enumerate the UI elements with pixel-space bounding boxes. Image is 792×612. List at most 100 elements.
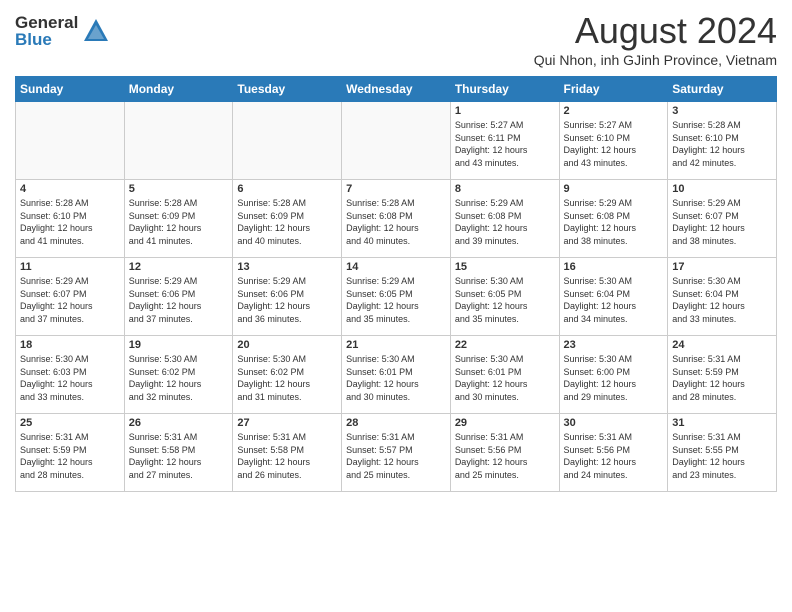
day-info: Sunrise: 5:29 AMSunset: 6:07 PMDaylight:… <box>20 275 120 325</box>
day-number: 17 <box>672 261 772 273</box>
day-info: Sunrise: 5:30 AMSunset: 6:01 PMDaylight:… <box>455 353 555 403</box>
day-number: 2 <box>564 105 664 117</box>
calendar-cell: 8Sunrise: 5:29 AMSunset: 6:08 PMDaylight… <box>450 180 559 258</box>
day-number: 22 <box>455 339 555 351</box>
day-number: 9 <box>564 183 664 195</box>
calendar-cell: 31Sunrise: 5:31 AMSunset: 5:55 PMDayligh… <box>668 414 777 492</box>
logo-icon <box>82 17 110 45</box>
calendar-cell <box>342 102 451 180</box>
weekday-header-friday: Friday <box>559 77 668 102</box>
weekday-header-row: SundayMondayTuesdayWednesdayThursdayFrid… <box>16 77 777 102</box>
day-info: Sunrise: 5:29 AMSunset: 6:06 PMDaylight:… <box>237 275 337 325</box>
calendar-cell: 18 Sunrise: 5:30 AMSunset: 6:03 PMDayligh… <box>16 336 125 414</box>
day-number: 19 <box>129 339 229 351</box>
day-info: Sunrise: 5:27 AMSunset: 6:11 PMDaylight:… <box>455 119 555 169</box>
day-info: Sunrise: 5:31 AMSunset: 5:57 PMDaylight:… <box>346 431 446 481</box>
day-info: Sunrise: 5:28 AMSunset: 6:09 PMDaylight:… <box>237 197 337 247</box>
calendar-cell: 13 Sunrise: 5:29 AMSunset: 6:06 PMDayligh… <box>233 258 342 336</box>
day-info: Sunrise: 5:30 AMSunset: 6:00 PMDaylight:… <box>564 353 664 403</box>
calendar-week-row: 25Sunrise: 5:31 AMSunset: 5:59 PMDayligh… <box>16 414 777 492</box>
calendar-cell: 26 Sunrise: 5:31 AMSunset: 5:58 PMDayligh… <box>124 414 233 492</box>
calendar-cell: 2Sunrise: 5:27 AMSunset: 6:10 PMDaylight… <box>559 102 668 180</box>
calendar-cell <box>16 102 125 180</box>
day-info: Sunrise: 5:29 AMSunset: 6:08 PMDaylight:… <box>455 197 555 247</box>
weekday-header-sunday: Sunday <box>16 77 125 102</box>
day-number: 27 <box>237 417 337 429</box>
day-info: Sunrise: 5:31 AMSunset: 5:59 PMDaylight:… <box>672 353 772 403</box>
calendar-cell: 9 Sunrise: 5:29 AMSunset: 6:08 PMDaylight… <box>559 180 668 258</box>
day-info: Sunrise: 5:30 AMSunset: 6:02 PMDaylight:… <box>129 353 229 403</box>
day-number: 13 <box>237 261 337 273</box>
day-number: 18 <box>20 339 120 351</box>
day-info: Sunrise: 5:29 AMSunset: 6:08 PMDaylight:… <box>564 197 664 247</box>
calendar-cell: 28 Sunrise: 5:31 AMSunset: 5:57 PMDayligh… <box>342 414 451 492</box>
calendar-cell: 3 Sunrise: 5:28 AMSunset: 6:10 PMDaylight… <box>668 102 777 180</box>
calendar-cell: 29 Sunrise: 5:31 AMSunset: 5:56 PMDayligh… <box>450 414 559 492</box>
calendar-cell: 30 Sunrise: 5:31 AMSunset: 5:56 PMDayligh… <box>559 414 668 492</box>
calendar-cell: 14 Sunrise: 5:29 AMSunset: 6:05 PMDayligh… <box>342 258 451 336</box>
day-info: Sunrise: 5:28 AMSunset: 6:10 PMDaylight:… <box>20 197 120 247</box>
calendar-cell: 7Sunrise: 5:28 AMSunset: 6:08 PMDaylight… <box>342 180 451 258</box>
calendar-cell <box>124 102 233 180</box>
calendar-cell: 11Sunrise: 5:29 AMSunset: 6:07 PMDayligh… <box>16 258 125 336</box>
logo-blue-text: Blue <box>15 31 78 48</box>
logo: General Blue <box>15 14 110 48</box>
day-number: 16 <box>564 261 664 273</box>
day-info: Sunrise: 5:30 AMSunset: 6:04 PMDaylight:… <box>564 275 664 325</box>
location-subtitle: Qui Nhon, inh GJinh Province, Vietnam <box>534 52 777 68</box>
weekday-header-tuesday: Tuesday <box>233 77 342 102</box>
calendar-cell: 16 Sunrise: 5:30 AMSunset: 6:04 PMDayligh… <box>559 258 668 336</box>
day-number: 30 <box>564 417 664 429</box>
calendar-cell: 24Sunrise: 5:31 AMSunset: 5:59 PMDayligh… <box>668 336 777 414</box>
day-number: 14 <box>346 261 446 273</box>
calendar-cell <box>233 102 342 180</box>
day-info: Sunrise: 5:31 AMSunset: 5:58 PMDaylight:… <box>129 431 229 481</box>
weekday-header-wednesday: Wednesday <box>342 77 451 102</box>
day-number: 1 <box>455 105 555 117</box>
day-info: Sunrise: 5:29 AMSunset: 6:07 PMDaylight:… <box>672 197 772 247</box>
calendar-cell: 17 Sunrise: 5:30 AMSunset: 6:04 PMDayligh… <box>668 258 777 336</box>
weekday-header-thursday: Thursday <box>450 77 559 102</box>
day-number: 28 <box>346 417 446 429</box>
day-number: 23 <box>564 339 664 351</box>
day-number: 26 <box>129 417 229 429</box>
calendar-cell: 15Sunrise: 5:30 AMSunset: 6:05 PMDayligh… <box>450 258 559 336</box>
calendar-cell: 1 Sunrise: 5:27 AMSunset: 6:11 PMDaylight… <box>450 102 559 180</box>
day-info: Sunrise: 5:28 AMSunset: 6:10 PMDaylight:… <box>672 119 772 169</box>
calendar-week-row: 11Sunrise: 5:29 AMSunset: 6:07 PMDayligh… <box>16 258 777 336</box>
day-info: Sunrise: 5:31 AMSunset: 5:58 PMDaylight:… <box>237 431 337 481</box>
calendar-cell: 27 Sunrise: 5:31 AMSunset: 5:58 PMDayligh… <box>233 414 342 492</box>
day-info: Sunrise: 5:31 AMSunset: 5:56 PMDaylight:… <box>564 431 664 481</box>
day-number: 29 <box>455 417 555 429</box>
calendar-week-row: 1 Sunrise: 5:27 AMSunset: 6:11 PMDaylight… <box>16 102 777 180</box>
calendar-cell: 12Sunrise: 5:29 AMSunset: 6:06 PMDayligh… <box>124 258 233 336</box>
day-info: Sunrise: 5:29 AMSunset: 6:05 PMDaylight:… <box>346 275 446 325</box>
calendar-cell: 21 Sunrise: 5:30 AMSunset: 6:01 PMDayligh… <box>342 336 451 414</box>
day-info: Sunrise: 5:30 AMSunset: 6:05 PMDaylight:… <box>455 275 555 325</box>
calendar-cell: 6 Sunrise: 5:28 AMSunset: 6:09 PMDaylight… <box>233 180 342 258</box>
day-info: Sunrise: 5:28 AMSunset: 6:09 PMDaylight:… <box>129 197 229 247</box>
day-number: 10 <box>672 183 772 195</box>
title-block: August 2024 Qui Nhon, inh GJinh Province… <box>534 10 777 68</box>
weekday-header-saturday: Saturday <box>668 77 777 102</box>
month-year-title: August 2024 <box>534 10 777 52</box>
calendar-cell: 22 Sunrise: 5:30 AMSunset: 6:01 PMDayligh… <box>450 336 559 414</box>
day-number: 4 <box>20 183 120 195</box>
day-info: Sunrise: 5:28 AMSunset: 6:08 PMDaylight:… <box>346 197 446 247</box>
day-number: 6 <box>237 183 337 195</box>
day-info: Sunrise: 5:31 AMSunset: 5:56 PMDaylight:… <box>455 431 555 481</box>
day-info: Sunrise: 5:29 AMSunset: 6:06 PMDaylight:… <box>129 275 229 325</box>
calendar-cell: 23 Sunrise: 5:30 AMSunset: 6:00 PMDayligh… <box>559 336 668 414</box>
day-info: Sunrise: 5:30 AMSunset: 6:04 PMDaylight:… <box>672 275 772 325</box>
day-number: 21 <box>346 339 446 351</box>
day-number: 20 <box>237 339 337 351</box>
calendar-week-row: 18 Sunrise: 5:30 AMSunset: 6:03 PMDayligh… <box>16 336 777 414</box>
calendar-cell: 25Sunrise: 5:31 AMSunset: 5:59 PMDayligh… <box>16 414 125 492</box>
day-number: 31 <box>672 417 772 429</box>
day-info: Sunrise: 5:30 AMSunset: 6:02 PMDaylight:… <box>237 353 337 403</box>
day-info: Sunrise: 5:30 AMSunset: 6:03 PMDaylight:… <box>20 353 120 403</box>
day-number: 3 <box>672 105 772 117</box>
calendar-cell: 10 Sunrise: 5:29 AMSunset: 6:07 PMDayligh… <box>668 180 777 258</box>
day-info: Sunrise: 5:30 AMSunset: 6:01 PMDaylight:… <box>346 353 446 403</box>
day-number: 5 <box>129 183 229 195</box>
